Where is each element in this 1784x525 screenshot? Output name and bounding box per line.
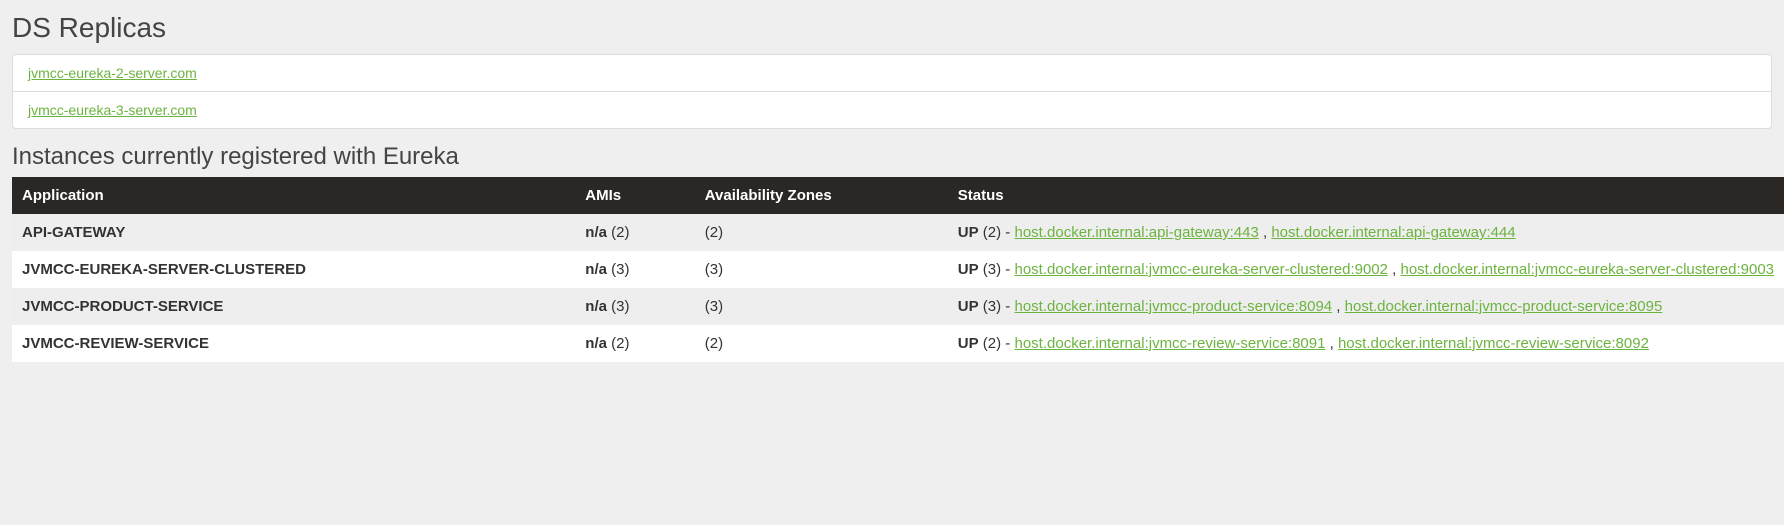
col-status: Status bbox=[948, 177, 1784, 214]
cell-status: UP (2) - host.docker.internal:api-gatewa… bbox=[948, 214, 1784, 251]
cell-status: UP (3) - host.docker.internal:jvmcc-eure… bbox=[948, 251, 1784, 288]
instance-link[interactable]: host.docker.internal:jvmcc-eureka-server… bbox=[1401, 261, 1775, 278]
status-label: UP bbox=[958, 224, 979, 241]
cell-application: JVMCC-REVIEW-SERVICE bbox=[12, 325, 575, 362]
cell-amis: n/a (3) bbox=[575, 288, 694, 325]
instances-table: Application AMIs Availability Zones Stat… bbox=[12, 177, 1784, 362]
link-separator: , bbox=[1332, 298, 1345, 315]
cell-zones: (2) bbox=[695, 325, 948, 362]
amis-count: (2) bbox=[611, 335, 629, 352]
status-count: (3) bbox=[983, 298, 1001, 315]
status-count: (2) bbox=[983, 224, 1001, 241]
col-zones: Availability Zones bbox=[695, 177, 948, 214]
status-label: UP bbox=[958, 335, 979, 352]
table-header-row: Application AMIs Availability Zones Stat… bbox=[12, 177, 1784, 214]
status-label: UP bbox=[958, 298, 979, 315]
instance-link[interactable]: host.docker.internal:api-gateway:444 bbox=[1271, 224, 1515, 241]
instance-link[interactable]: host.docker.internal:jvmcc-eureka-server… bbox=[1014, 261, 1388, 278]
col-application: Application bbox=[12, 177, 575, 214]
amis-count: (2) bbox=[611, 224, 629, 241]
cell-amis: n/a (2) bbox=[575, 325, 694, 362]
amis-count: (3) bbox=[611, 261, 629, 278]
ds-replicas-heading: DS Replicas bbox=[0, 0, 1784, 54]
instance-link[interactable]: host.docker.internal:jvmcc-review-servic… bbox=[1338, 335, 1649, 352]
amis-label: n/a bbox=[585, 298, 607, 315]
cell-zones: (2) bbox=[695, 214, 948, 251]
cell-application: JVMCC-EUREKA-SERVER-CLUSTERED bbox=[12, 251, 575, 288]
instance-link[interactable]: host.docker.internal:jvmcc-review-servic… bbox=[1014, 335, 1325, 352]
amis-label: n/a bbox=[585, 224, 607, 241]
amis-count: (3) bbox=[611, 298, 629, 315]
link-separator: , bbox=[1388, 261, 1401, 278]
cell-amis: n/a (3) bbox=[575, 251, 694, 288]
table-row: JVMCC-EUREKA-SERVER-CLUSTEREDn/a (3)(3)U… bbox=[12, 251, 1784, 288]
instances-heading: Instances currently registered with Eure… bbox=[0, 137, 1784, 177]
cell-status: UP (2) - host.docker.internal:jvmcc-revi… bbox=[948, 325, 1784, 362]
cell-application: API-GATEWAY bbox=[12, 214, 575, 251]
table-row: JVMCC-PRODUCT-SERVICEn/a (3)(3)UP (3) - … bbox=[12, 288, 1784, 325]
status-count: (3) bbox=[983, 261, 1001, 278]
amis-label: n/a bbox=[585, 335, 607, 352]
amis-label: n/a bbox=[585, 261, 607, 278]
replica-link[interactable]: jvmcc-eureka-3-server.com bbox=[28, 102, 197, 118]
replica-item: jvmcc-eureka-2-server.com bbox=[13, 55, 1771, 92]
col-amis: AMIs bbox=[575, 177, 694, 214]
status-count: (2) bbox=[983, 335, 1001, 352]
table-row: API-GATEWAYn/a (2)(2)UP (2) - host.docke… bbox=[12, 214, 1784, 251]
cell-zones: (3) bbox=[695, 288, 948, 325]
replicas-list: jvmcc-eureka-2-server.com jvmcc-eureka-3-… bbox=[12, 54, 1772, 129]
instance-link[interactable]: host.docker.internal:jvmcc-product-servi… bbox=[1345, 298, 1663, 315]
instance-link[interactable]: host.docker.internal:api-gateway:443 bbox=[1014, 224, 1258, 241]
link-separator: , bbox=[1325, 335, 1338, 352]
instance-link[interactable]: host.docker.internal:jvmcc-product-servi… bbox=[1014, 298, 1332, 315]
replica-item: jvmcc-eureka-3-server.com bbox=[13, 92, 1771, 128]
link-separator: , bbox=[1259, 224, 1272, 241]
cell-application: JVMCC-PRODUCT-SERVICE bbox=[12, 288, 575, 325]
status-label: UP bbox=[958, 261, 979, 278]
cell-status: UP (3) - host.docker.internal:jvmcc-prod… bbox=[948, 288, 1784, 325]
table-row: JVMCC-REVIEW-SERVICEn/a (2)(2)UP (2) - h… bbox=[12, 325, 1784, 362]
replica-link[interactable]: jvmcc-eureka-2-server.com bbox=[28, 65, 197, 81]
cell-amis: n/a (2) bbox=[575, 214, 694, 251]
cell-zones: (3) bbox=[695, 251, 948, 288]
